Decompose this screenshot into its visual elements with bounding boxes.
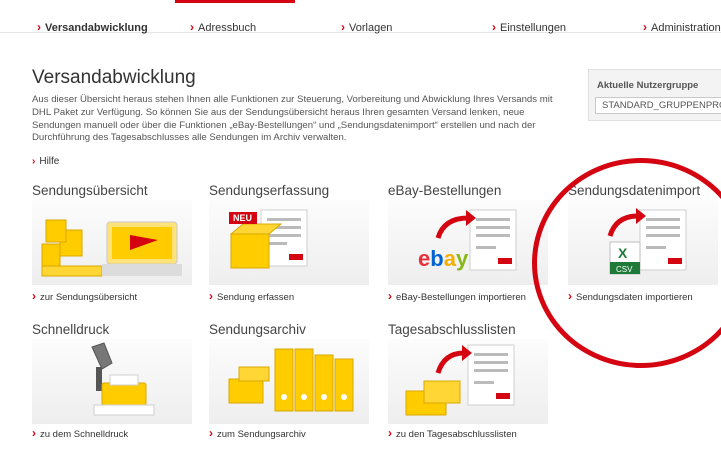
nav-item-adressbuch[interactable]: › Adressbuch: [190, 20, 256, 34]
tile-title-ebay-bestellungen: eBay-Bestellungen: [388, 183, 502, 198]
chevron-right-icon: ›: [388, 289, 392, 303]
page-intro-text: Aus dieser Übersicht heraus stehen Ihnen…: [32, 94, 553, 144]
link-label: zu den Tagesabschlusslisten: [396, 429, 517, 440]
tile-image-ebay-bestellungen[interactable]: ebay: [388, 200, 548, 285]
tile-title-schnelldruck: Schnelldruck: [32, 322, 110, 337]
daily-closing-list-icon: [405, 344, 515, 416]
link-zur-sendungsuebersicht[interactable]: › zur Sendungsübersicht: [32, 289, 137, 303]
help-link[interactable]: › Hilfe: [32, 156, 59, 167]
link-label: zur Sendungsübersicht: [40, 292, 138, 303]
tile-image-sendungserfassung[interactable]: NEU: [209, 200, 369, 285]
top-accent-bar: [175, 0, 295, 3]
link-zum-sendungsarchiv[interactable]: › zum Sendungsarchiv: [209, 426, 306, 440]
tile-title-sendungsarchiv: Sendungsarchiv: [209, 322, 306, 337]
chevron-right-icon: ›: [643, 20, 647, 34]
link-label: zu dem Schnelldruck: [40, 429, 129, 440]
top-accent-strip: [0, 0, 721, 4]
highlight-circle: [532, 158, 721, 368]
nav-item-label: Administration: [651, 22, 721, 34]
tile-image-tagesabschlusslisten[interactable]: [388, 339, 548, 424]
chevron-right-icon: ›: [209, 426, 213, 440]
nav-item-versandabwicklung[interactable]: › Versandabwicklung: [37, 20, 148, 34]
new-badge: NEU: [233, 213, 252, 223]
tile-image-schnelldruck[interactable]: [32, 339, 192, 424]
chevron-right-icon: ›: [37, 20, 41, 34]
nav-item-label: Versandabwicklung: [45, 22, 148, 34]
user-group-panel: Aktuelle Nutzergruppe STANDARD_GRUPPENPR…: [588, 69, 721, 121]
nav-item-label: Adressbuch: [198, 22, 257, 34]
tile-image-sendungsuebersicht[interactable]: [32, 200, 192, 285]
nav-item-administration[interactable]: › Administration: [643, 20, 721, 34]
link-sendung-erfassen[interactable]: › Sendung erfassen: [209, 289, 294, 303]
nav-item-label: Einstellungen: [500, 22, 567, 34]
parcels-monitor-icon: [41, 219, 182, 277]
new-shipment-icon: NEU: [229, 209, 308, 269]
ebay-logo: ebay: [418, 246, 469, 271]
link-label: zum Sendungsarchiv: [217, 429, 306, 440]
tile-title-sendungsuebersicht: Sendungsübersicht: [32, 183, 148, 198]
user-group-select[interactable]: STANDARD_GRUPPENPROFIL: [595, 97, 721, 114]
archive-folders-icon: [228, 348, 354, 412]
chevron-right-icon: ›: [32, 289, 36, 303]
nav-item-vorlagen[interactable]: › Vorlagen: [341, 20, 392, 34]
link-label: eBay-Bestellungen importieren: [396, 292, 526, 303]
main-navigation: › Versandabwicklung › Adressbuch › Vorlagen…: [0, 8, 721, 34]
link-zu-den-tagesabschlusslisten[interactable]: › zu den Tagesabschlusslisten: [388, 426, 517, 440]
tile-title-sendungserfassung: Sendungserfassung: [209, 183, 330, 198]
user-group-label: Aktuelle Nutzergruppe: [597, 80, 699, 91]
help-link-label: Hilfe: [39, 156, 60, 167]
nav-item-einstellungen[interactable]: › Einstellungen: [492, 20, 566, 34]
link-zu-dem-schnelldruck[interactable]: › zu dem Schnelldruck: [32, 426, 128, 440]
chevron-right-icon: ›: [32, 156, 36, 167]
link-label: Sendung erfassen: [217, 292, 295, 303]
link-ebay-bestellungen-importieren[interactable]: › eBay-Bestellungen importieren: [388, 289, 526, 303]
chevron-right-icon: ›: [209, 289, 213, 303]
chevron-right-icon: ›: [32, 426, 36, 440]
ebay-import-icon: ebay: [418, 209, 517, 271]
chevron-right-icon: ›: [388, 426, 392, 440]
chevron-right-icon: ›: [492, 20, 496, 34]
page-title: Versandabwicklung: [32, 67, 196, 88]
chevron-right-icon: ›: [341, 20, 345, 34]
nav-item-label: Vorlagen: [349, 22, 393, 34]
tile-title-tagesabschlusslisten: Tagesabschlusslisten: [388, 322, 516, 337]
tile-image-sendungsarchiv[interactable]: [209, 339, 369, 424]
chevron-right-icon: ›: [190, 20, 194, 34]
scanner-printer-icon: [91, 342, 155, 416]
